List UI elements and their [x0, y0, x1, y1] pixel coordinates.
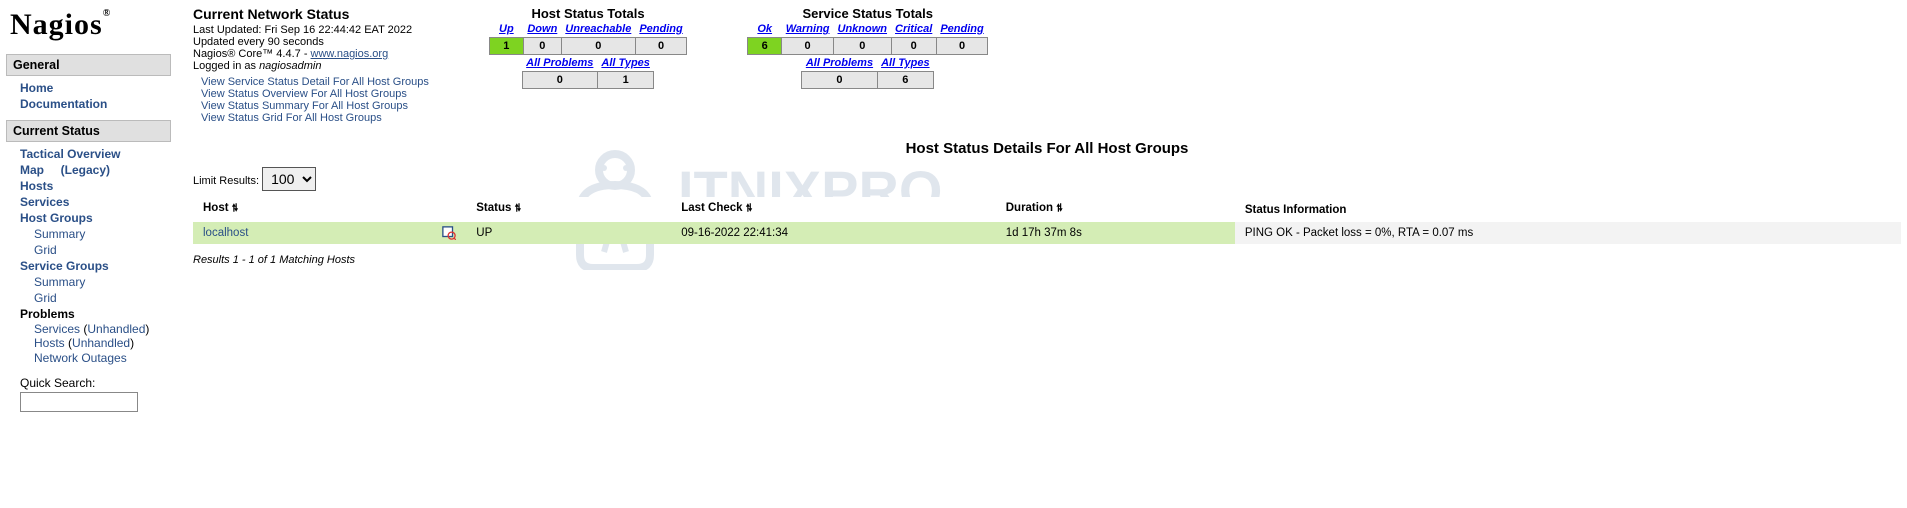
host-totals-title: Host Status Totals [489, 6, 687, 21]
service-totals-unknown-header[interactable]: Unknown [838, 23, 888, 35]
service-totals-allproblems-value[interactable]: 0 [802, 72, 877, 89]
host-totals-unreachable-value[interactable]: 0 [561, 38, 635, 55]
service-totals-ok-header[interactable]: Ok [757, 23, 772, 35]
host-totals-pending-value[interactable]: 0 [635, 38, 686, 55]
host-totals-alltypes-header[interactable]: All Types [601, 57, 650, 69]
host-totals-down-value[interactable]: 0 [523, 38, 561, 55]
limit-results-label: Limit Results: [193, 175, 259, 187]
service-totals-alltypes-header[interactable]: All Types [881, 57, 930, 69]
quick-search-input[interactable] [20, 392, 138, 412]
service-totals-warning-value[interactable]: 0 [782, 38, 834, 55]
nav-documentation[interactable]: Documentation [20, 96, 171, 112]
nav-problems: Problems [20, 306, 171, 322]
link-status-overview[interactable]: View Status Overview For All Host Groups [201, 88, 429, 100]
nav-network-outages[interactable]: Network Outages [34, 350, 171, 366]
nav-hostgroups-summary[interactable]: Summary [34, 226, 171, 242]
link-status-grid[interactable]: View Status Grid For All Host Groups [201, 112, 429, 124]
sort-arrows-icon[interactable]: 🠕🠗 [1056, 203, 1061, 214]
logged-in-label: Logged in as [193, 60, 259, 72]
nav-home[interactable]: Home [20, 80, 171, 96]
nav-problems-hosts-unhandled[interactable]: Unhandled [72, 335, 130, 351]
nav-servicegroups-summary[interactable]: Summary [34, 274, 171, 290]
host-link[interactable]: localhost [203, 227, 248, 239]
host-duration: 1d 17h 37m 8s [996, 222, 1235, 244]
host-totals-allproblems-header[interactable]: All Problems [526, 57, 593, 69]
sidebar: Nagios® General Home Documentation Curre… [6, 6, 181, 412]
network-status-block: Current Network Status Last Updated: Fri… [193, 6, 429, 124]
host-detail-icon[interactable] [442, 226, 456, 240]
sort-arrows-icon[interactable]: 🠕🠗 [515, 203, 520, 214]
host-totals-alltypes-value[interactable]: 1 [597, 72, 654, 89]
col-last-check[interactable]: Last Check 🠕🠗 [671, 197, 996, 222]
service-totals-title: Service Status Totals [747, 6, 988, 21]
col-status-info: Status Information [1235, 197, 1901, 222]
service-totals-critical-value[interactable]: 0 [891, 38, 936, 55]
host-totals-down-header[interactable]: Down [527, 23, 557, 35]
nav-services[interactable]: Services [20, 194, 171, 210]
nav-host-groups[interactable]: Host Groups [20, 210, 171, 226]
table-row: localhost UP 09-16-2022 22:41:34 1d 17h … [193, 222, 1901, 244]
nav-servicegroups-grid[interactable]: Grid [34, 290, 171, 306]
nav-hosts[interactable]: Hosts [20, 178, 171, 194]
nav-tactical-overview[interactable]: Tactical Overview [20, 146, 171, 162]
col-status[interactable]: Status 🠕🠗 [466, 197, 671, 222]
service-totals-pending-value[interactable]: 0 [936, 38, 987, 55]
service-totals-warning-header[interactable]: Warning [786, 23, 830, 35]
col-duration[interactable]: Duration 🠕🠗 [996, 197, 1235, 222]
host-status-info: PING OK - Packet loss = 0%, RTA = 0.07 m… [1235, 222, 1901, 244]
nagios-org-link[interactable]: www.nagios.org [311, 48, 389, 60]
host-totals-unreachable-header[interactable]: Unreachable [565, 23, 631, 35]
last-updated: Last Updated: Fri Sep 16 22:44:42 EAT 20… [193, 24, 429, 36]
nav-map-legacy[interactable]: (Legacy) [61, 162, 110, 178]
nav-problems-hosts[interactable]: Hosts [34, 335, 65, 351]
service-totals-ok-value[interactable]: 6 [748, 38, 782, 55]
logo: Nagios® [6, 6, 171, 50]
page-title: Current Network Status [193, 6, 429, 22]
core-version: Nagios® Core™ 4.4.7 - [193, 48, 311, 60]
link-status-summary[interactable]: View Status Summary For All Host Groups [201, 100, 429, 112]
link-service-status-detail[interactable]: View Service Status Detail For All Host … [201, 76, 429, 88]
service-totals-unknown-value[interactable]: 0 [834, 38, 892, 55]
results-summary: Results 1 - 1 of 1 Matching Hosts [193, 254, 1901, 266]
update-interval: Updated every 90 seconds [193, 36, 429, 48]
sort-arrows-icon[interactable]: 🠕🠗 [232, 203, 237, 214]
host-last-check: 09-16-2022 22:41:34 [671, 222, 996, 244]
host-totals-allproblems-value[interactable]: 0 [522, 72, 597, 89]
host-totals-up-header[interactable]: Up [499, 23, 514, 35]
host-status-totals: Host Status Totals Up Down Unreachable P… [489, 6, 687, 89]
service-totals-critical-header[interactable]: Critical [895, 23, 932, 35]
service-totals-pending-header[interactable]: Pending [940, 23, 983, 35]
col-host[interactable]: Host 🠕🠗 [193, 197, 466, 222]
sidebar-section-current-status: Current Status [6, 120, 171, 142]
nav-service-groups[interactable]: Service Groups [20, 258, 171, 274]
service-totals-allproblems-header[interactable]: All Problems [806, 57, 873, 69]
service-totals-alltypes-value[interactable]: 6 [877, 72, 934, 89]
logged-in-user: nagiosadmin [259, 60, 321, 72]
details-heading: Host Status Details For All Host Groups [193, 140, 1901, 157]
sidebar-section-general: General [6, 54, 171, 76]
service-status-totals: Service Status Totals Ok Warning Unknown… [747, 6, 988, 89]
host-status: UP [466, 222, 671, 244]
host-status-table: Host 🠕🠗 Status 🠕🠗 Last Check 🠕🠗 Duration… [193, 197, 1901, 244]
limit-results-select[interactable]: 100 [262, 167, 316, 191]
quick-search-label: Quick Search: [6, 370, 171, 392]
sort-arrows-icon[interactable]: 🠕🠗 [746, 203, 751, 214]
nav-hostgroups-grid[interactable]: Grid [34, 242, 171, 258]
host-totals-up-value[interactable]: 1 [489, 38, 523, 55]
nav-map[interactable]: Map [20, 162, 44, 178]
host-totals-pending-header[interactable]: Pending [639, 23, 682, 35]
main-content: Current Network Status Last Updated: Fri… [181, 6, 1901, 266]
